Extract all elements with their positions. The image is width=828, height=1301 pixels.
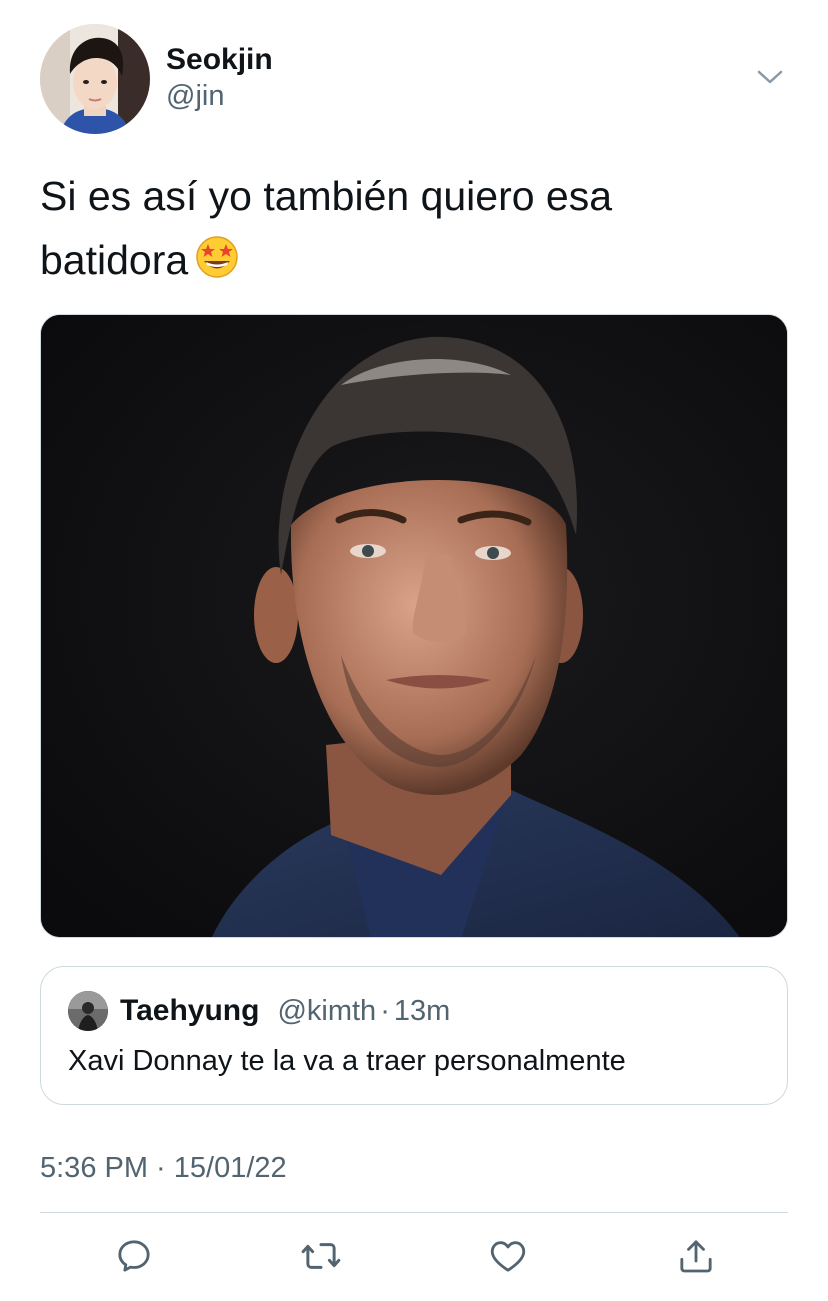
star-struck-emoji-icon	[194, 234, 240, 298]
author-avatar[interactable]	[40, 24, 150, 134]
quoted-tweet[interactable]: Taehyung @kimth · 13m Xavi Donnay te la …	[40, 966, 788, 1105]
avatar-image	[40, 24, 150, 134]
quoted-display-name: Taehyung	[120, 994, 260, 1027]
reply-button[interactable]	[110, 1232, 158, 1280]
actions-divider	[40, 1212, 788, 1213]
share-icon	[680, 1240, 712, 1273]
quoted-handle: @kimth	[277, 994, 377, 1027]
quoted-avatar-image	[68, 991, 108, 1031]
quoted-tweet-text: Xavi Donnay te la va a traer personalmen…	[68, 1045, 626, 1077]
portrait-photo	[41, 315, 787, 937]
heart-icon	[490, 1241, 526, 1272]
author-names: Seokjin @jin	[166, 42, 273, 114]
tweet-text-line-1: Si es así yo también quiero esa	[40, 173, 613, 219]
tweet-actions-bar	[40, 1232, 788, 1280]
retweet-button[interactable]	[297, 1232, 345, 1280]
tweet-timestamp[interactable]: 5:36 PM · 15/01/22	[40, 1150, 287, 1186]
author-handle[interactable]: @jin	[166, 78, 273, 114]
reply-icon	[118, 1240, 150, 1272]
quoted-time: 13m	[393, 994, 451, 1027]
tweet-text-line-2: batidora	[40, 228, 780, 298]
share-button[interactable]	[672, 1232, 720, 1280]
tweet-text: Si es así yo también quiero esa batidora	[40, 164, 780, 298]
more-options-button[interactable]	[750, 62, 790, 92]
tweet-media-photo[interactable]	[40, 314, 788, 938]
quoted-author-avatar	[68, 991, 108, 1031]
author-display-name[interactable]: Seokjin	[166, 42, 273, 78]
quoted-tweet-header: Taehyung @kimth · 13m	[68, 991, 450, 1031]
chevron-down-icon	[757, 70, 783, 84]
tweet-header: Seokjin @jin	[40, 24, 790, 134]
quoted-separator: ·	[380, 994, 390, 1027]
tweet-text-line-2-text: batidora	[40, 237, 189, 283]
retweet-icon	[301, 1243, 341, 1269]
like-button[interactable]	[484, 1232, 532, 1280]
